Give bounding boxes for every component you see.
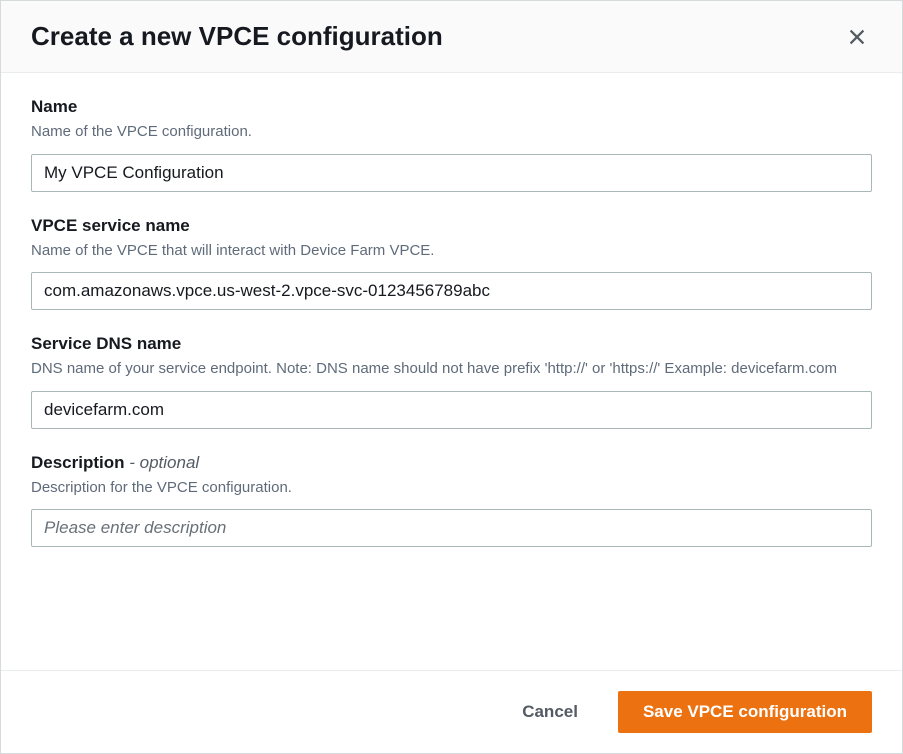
modal-header: Create a new VPCE configuration [1,1,902,73]
vpce-service-name-field-group: VPCE service name Name of the VPCE that … [31,216,872,311]
name-hint: Name of the VPCE configuration. [31,121,872,144]
close-button[interactable] [842,22,872,52]
description-label: Description - optional [31,453,872,473]
name-label: Name [31,97,872,117]
save-button[interactable]: Save VPCE configuration [618,691,872,733]
service-dns-name-label: Service DNS name [31,334,872,354]
vpce-config-modal: Create a new VPCE configuration Name Nam… [0,0,903,754]
name-input[interactable] [31,154,872,192]
cancel-button[interactable]: Cancel [498,692,602,732]
description-hint: Description for the VPCE configuration. [31,477,872,500]
modal-body: Name Name of the VPCE configuration. VPC… [1,73,902,670]
description-field-group: Description - optional Description for t… [31,453,872,548]
description-optional-text: - optional [129,453,199,472]
modal-footer: Cancel Save VPCE configuration [1,670,902,753]
name-field-group: Name Name of the VPCE configuration. [31,97,872,192]
description-label-text: Description [31,453,125,472]
vpce-service-name-label: VPCE service name [31,216,872,236]
service-dns-name-hint: DNS name of your service endpoint. Note:… [31,358,872,381]
close-icon [846,26,868,48]
modal-title: Create a new VPCE configuration [31,21,443,52]
vpce-service-name-input[interactable] [31,272,872,310]
description-input[interactable] [31,509,872,547]
service-dns-name-field-group: Service DNS name DNS name of your servic… [31,334,872,429]
vpce-service-name-hint: Name of the VPCE that will interact with… [31,240,872,263]
service-dns-name-input[interactable] [31,391,872,429]
